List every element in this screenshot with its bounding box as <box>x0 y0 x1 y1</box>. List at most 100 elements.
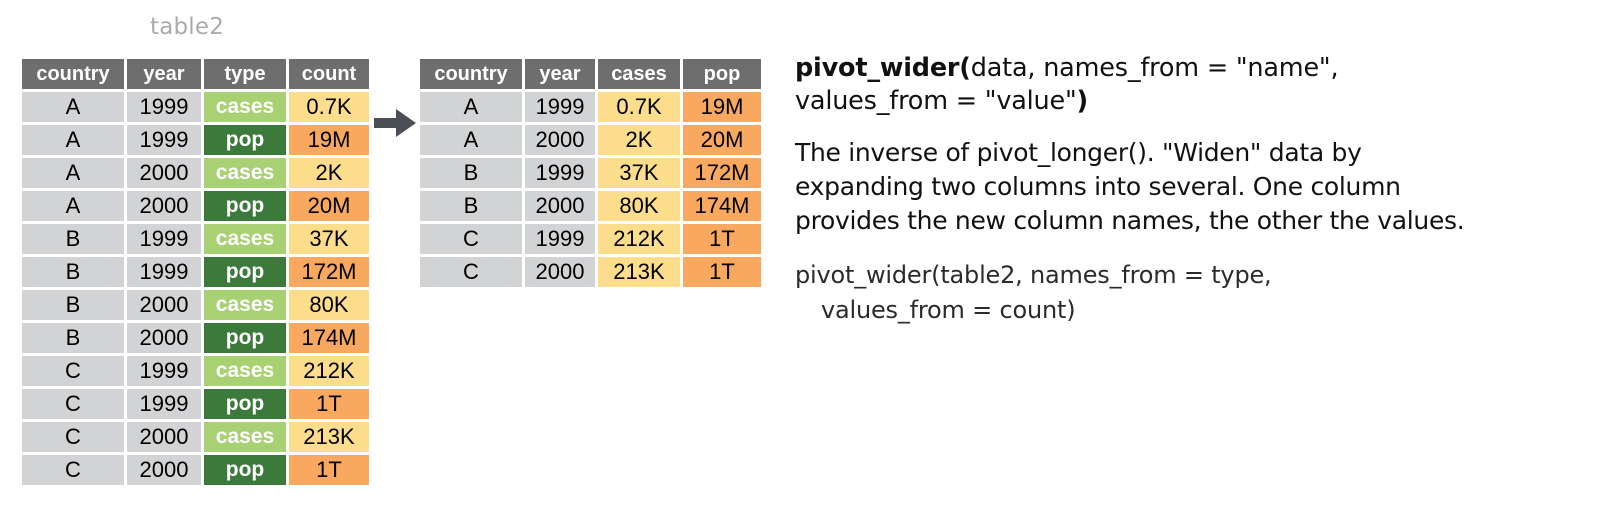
function-name: pivot_wider( <box>795 53 971 83</box>
column-header-type[interactable]: type <box>204 59 286 89</box>
cell-country: B <box>22 224 124 254</box>
cell-count: 37K <box>289 224 369 254</box>
table-row: A 2000 pop 20M <box>22 191 369 221</box>
cell-type: pop <box>204 257 286 287</box>
table-row: A 1999 0.7K 19M <box>420 92 761 122</box>
description-panel: pivot_wider(data, names_from = "name", v… <box>795 52 1495 328</box>
cell-country: A <box>22 158 124 188</box>
cell-count: 1T <box>289 455 369 485</box>
column-header-count[interactable]: count <box>289 59 369 89</box>
cell-type: pop <box>204 191 286 221</box>
cell-country: C <box>22 455 124 485</box>
cell-pop: 1T <box>683 224 761 254</box>
example-code-line-2: values_from = count) <box>821 296 1076 324</box>
example-code: pivot_wider(table2, names_from = type, v… <box>795 258 1495 328</box>
right-table: country year cases pop A 1999 0.7K 19M A… <box>417 56 764 290</box>
cell-count: 80K <box>289 290 369 320</box>
table-row: B 2000 cases 80K <box>22 290 369 320</box>
cell-year: 2000 <box>525 125 595 155</box>
cell-cases: 0.7K <box>598 92 680 122</box>
column-header-pop[interactable]: pop <box>683 59 761 89</box>
cell-pop: 20M <box>683 125 761 155</box>
cell-count: 212K <box>289 356 369 386</box>
cell-type: pop <box>204 455 286 485</box>
cell-country: C <box>22 356 124 386</box>
cell-year: 2000 <box>127 158 201 188</box>
cell-cases: 212K <box>598 224 680 254</box>
cell-year: 2000 <box>525 191 595 221</box>
cell-year: 1999 <box>127 224 201 254</box>
cell-type: cases <box>204 356 286 386</box>
table-row: A 1999 cases 0.7K <box>22 92 369 122</box>
cell-year: 1999 <box>525 224 595 254</box>
cell-country: A <box>22 191 124 221</box>
cell-year: 1999 <box>127 257 201 287</box>
cell-type: pop <box>204 323 286 353</box>
cell-type: cases <box>204 224 286 254</box>
cell-year: 2000 <box>127 290 201 320</box>
cell-country: B <box>420 191 522 221</box>
column-header-cases[interactable]: cases <box>598 59 680 89</box>
cell-year: 1999 <box>127 125 201 155</box>
cell-count: 0.7K <box>289 92 369 122</box>
table-row: B 2000 pop 174M <box>22 323 369 353</box>
example-code-line-1: pivot_wider(table2, names_from = type, <box>795 261 1272 289</box>
cell-year: 1999 <box>127 356 201 386</box>
cell-year: 2000 <box>525 257 595 287</box>
cell-cases: 213K <box>598 257 680 287</box>
table-row: C 1999 212K 1T <box>420 224 761 254</box>
cell-count: 2K <box>289 158 369 188</box>
left-table-wrapper: country year type count A 1999 cases 0.7… <box>22 59 369 485</box>
table-row: B 1999 cases 37K <box>22 224 369 254</box>
cell-country: A <box>22 125 124 155</box>
cell-year: 2000 <box>127 323 201 353</box>
right-table-wrapper: country year cases pop A 1999 0.7K 19M A… <box>420 59 761 287</box>
table-row: C 1999 pop 1T <box>22 389 369 419</box>
cell-type: cases <box>204 422 286 452</box>
cell-year: 1999 <box>127 92 201 122</box>
cell-country: A <box>22 92 124 122</box>
table-header-row: country year cases pop <box>420 59 761 89</box>
cell-pop: 172M <box>683 158 761 188</box>
cell-count: 19M <box>289 125 369 155</box>
cell-country: B <box>22 290 124 320</box>
cell-count: 213K <box>289 422 369 452</box>
cell-count: 174M <box>289 323 369 353</box>
column-header-year[interactable]: year <box>127 59 201 89</box>
cell-country: A <box>420 92 522 122</box>
cell-year: 2000 <box>127 191 201 221</box>
cell-type: pop <box>204 389 286 419</box>
cell-type: cases <box>204 290 286 320</box>
cell-country: B <box>22 323 124 353</box>
cell-pop: 174M <box>683 191 761 221</box>
cell-type: cases <box>204 158 286 188</box>
cell-year: 2000 <box>127 455 201 485</box>
table-row: C 2000 213K 1T <box>420 257 761 287</box>
table-row: C 2000 pop 1T <box>22 455 369 485</box>
cell-country: C <box>420 257 522 287</box>
cell-year: 1999 <box>127 389 201 419</box>
column-header-country[interactable]: country <box>420 59 522 89</box>
table-row: A 2000 2K 20M <box>420 125 761 155</box>
function-description: The inverse of pivot_longer(). "Widen" d… <box>795 138 1465 235</box>
table-row: A 1999 pop 19M <box>22 125 369 155</box>
cell-count: 172M <box>289 257 369 287</box>
cell-cases: 2K <box>598 125 680 155</box>
left-table: country year type count A 1999 cases 0.7… <box>19 56 372 488</box>
cell-country: C <box>420 224 522 254</box>
cell-pop: 19M <box>683 92 761 122</box>
cell-cases: 80K <box>598 191 680 221</box>
table-row: C 2000 cases 213K <box>22 422 369 452</box>
table-header-row: country year type count <box>22 59 369 89</box>
table-row: B 1999 37K 172M <box>420 158 761 188</box>
column-header-year[interactable]: year <box>525 59 595 89</box>
table-row: A 2000 cases 2K <box>22 158 369 188</box>
cell-country: B <box>22 257 124 287</box>
cell-type: pop <box>204 125 286 155</box>
cell-cases: 37K <box>598 158 680 188</box>
cell-type: cases <box>204 92 286 122</box>
function-signature: pivot_wider(data, names_from = "name", v… <box>795 52 1495 118</box>
cell-country: A <box>420 125 522 155</box>
cell-count: 1T <box>289 389 369 419</box>
column-header-country[interactable]: country <box>22 59 124 89</box>
